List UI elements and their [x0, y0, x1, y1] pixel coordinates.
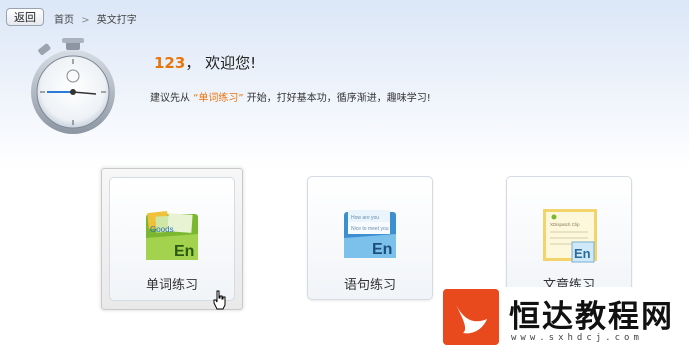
- back-button[interactable]: 返回: [6, 8, 44, 26]
- watermark-title: 恒达教程网: [509, 299, 674, 335]
- welcome-text: 欢迎您!: [205, 54, 257, 72]
- sentence-icon-en: En: [372, 241, 392, 258]
- practice-hint: 建议先从 “单词练习” 开始，打好基本功，循序渐进，趣味学习!: [150, 89, 431, 104]
- breadcrumb: 首页 > 英文打字: [54, 11, 137, 26]
- article-icon-title: XDispatch Clip: [550, 222, 580, 227]
- hint-highlight: “单词练习”: [193, 93, 244, 104]
- article-note-icon: XDispatch Clip En: [543, 209, 597, 263]
- breadcrumb-current: 英文打字: [96, 15, 137, 26]
- word-cards-icon: Goods En: [146, 210, 198, 260]
- breadcrumb-separator: >: [81, 15, 90, 26]
- watermark-url: www.sxhdcj.com: [511, 333, 643, 343]
- word-icon-goods: Goods: [150, 225, 174, 234]
- sentence-practice-card[interactable]: How are you Nice to meet you En 语句练习: [307, 176, 433, 300]
- hand-cursor-icon: [213, 290, 226, 310]
- sentence-practice-label: 语句练习: [343, 278, 396, 293]
- watermark-logo-icon: [443, 289, 499, 345]
- sentence-icon-line2: Nice to meet you: [351, 226, 389, 232]
- site-watermark: 恒达教程网 www.sxhdcj.com: [437, 287, 689, 347]
- welcome-comma: ，: [185, 54, 201, 72]
- sentence-icon-line1: How are you: [351, 215, 379, 221]
- article-practice-card[interactable]: XDispatch Clip En 文章练习: [506, 176, 632, 300]
- hint-suffix: 开始，打好基本功，循序渐进，趣味学习!: [246, 93, 431, 104]
- hint-prefix: 建议先从: [150, 93, 190, 104]
- word-practice-card[interactable]: Goods En 单词练习: [101, 168, 243, 310]
- sentence-folder-icon: How are you Nice to meet you En: [344, 210, 396, 258]
- word-icon-en: En: [174, 243, 194, 260]
- stopwatch-icon: [31, 38, 115, 134]
- article-icon-en: En: [574, 246, 591, 261]
- username: 123: [154, 54, 186, 72]
- breadcrumb-home[interactable]: 首页: [54, 15, 74, 26]
- welcome-message: 123， 欢迎您!: [154, 52, 256, 73]
